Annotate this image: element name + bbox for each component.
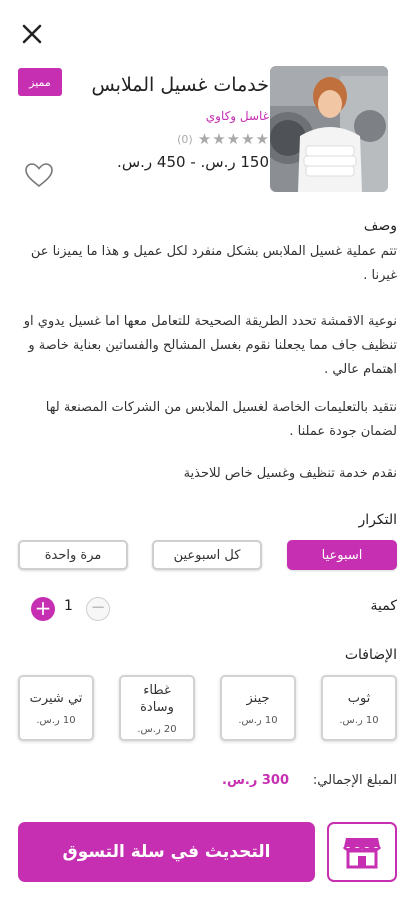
- frequency-option-biweekly[interactable]: كل اسبوعين: [152, 540, 262, 570]
- addon-card[interactable]: تي شيرت 10 ر.س.: [18, 675, 94, 741]
- total-value: 300 ر.س.: [222, 773, 289, 788]
- service-title: خدمات غسيل الملابس: [91, 74, 269, 96]
- star-icon: ★: [197, 130, 212, 148]
- store-button[interactable]: [327, 822, 397, 882]
- total-label: المبلغ الإجمالي:: [312, 773, 397, 788]
- store-icon: [342, 838, 382, 869]
- service-photo: [270, 66, 388, 192]
- star-icon: ★: [212, 130, 226, 148]
- addons-title: الإضافات: [344, 647, 397, 663]
- frequency-option-weekly[interactable]: اسبوعيا: [287, 540, 397, 570]
- addon-price: 10 ر.س.: [36, 715, 76, 726]
- description-paragraph: تتم عملية غسيل الملابس بشكل منفرد لكل عم…: [30, 244, 397, 283]
- quantity-title: كمية: [370, 598, 398, 614]
- star-icon: ★: [241, 130, 255, 148]
- addon-name: جينز: [246, 691, 270, 706]
- addon-card[interactable]: غطاء وسادة 20 ر.س.: [119, 675, 195, 741]
- favorite-button[interactable]: [24, 162, 54, 188]
- price-range: 150 ر.س. - 450 ر.س.: [117, 153, 269, 171]
- frequency-option-once[interactable]: مرة واحدة: [18, 540, 128, 570]
- description-paragraph: نتقيد بالتعليمات الخاصة لغسيل الملابس من…: [45, 400, 397, 439]
- service-details-sheet: مميز خدمات غسيل الملابس غاسل وكاوي ★ ★ ★…: [0, 0, 415, 900]
- addon-price: 10 ر.س.: [238, 715, 278, 726]
- addon-price: 10 ر.س.: [339, 715, 379, 726]
- addon-name: ثوب: [347, 691, 371, 706]
- star-icon: ★: [255, 130, 269, 148]
- featured-badge: مميز: [18, 68, 62, 96]
- description-paragraph: نقدم خدمة تنظيف وغسيل خاص للاحذية: [183, 466, 397, 481]
- addon-card[interactable]: جينز 10 ر.س.: [220, 675, 296, 741]
- quantity-increase-button[interactable]: +: [31, 597, 55, 621]
- close-button[interactable]: [18, 20, 46, 48]
- description-title: وصف: [363, 218, 397, 234]
- addon-name: تي شيرت: [29, 691, 83, 706]
- update-cart-button[interactable]: التحديث في سلة التسوق: [18, 822, 315, 882]
- rating-count: (0): [177, 133, 193, 146]
- quantity-decrease-button[interactable]: −: [86, 597, 110, 621]
- service-provider[interactable]: غاسل وكاوي: [206, 109, 269, 123]
- frequency-title: التكرار: [358, 512, 398, 528]
- rating-stars: ★ ★ ★ ★ ★ (0): [177, 132, 269, 147]
- addon-price: 20 ر.س.: [137, 723, 177, 735]
- addon-card[interactable]: ثوب 10 ر.س.: [321, 675, 397, 741]
- addon-name: غطاء وسادة: [140, 682, 174, 715]
- quantity-value: 1: [64, 598, 73, 614]
- close-icon: [22, 24, 42, 44]
- description-paragraph: نوعية الاقمشة تحدد الطريقة الصحيحة للتعا…: [23, 314, 397, 377]
- star-icon: ★: [226, 130, 241, 148]
- heart-outline-icon: [25, 163, 53, 188]
